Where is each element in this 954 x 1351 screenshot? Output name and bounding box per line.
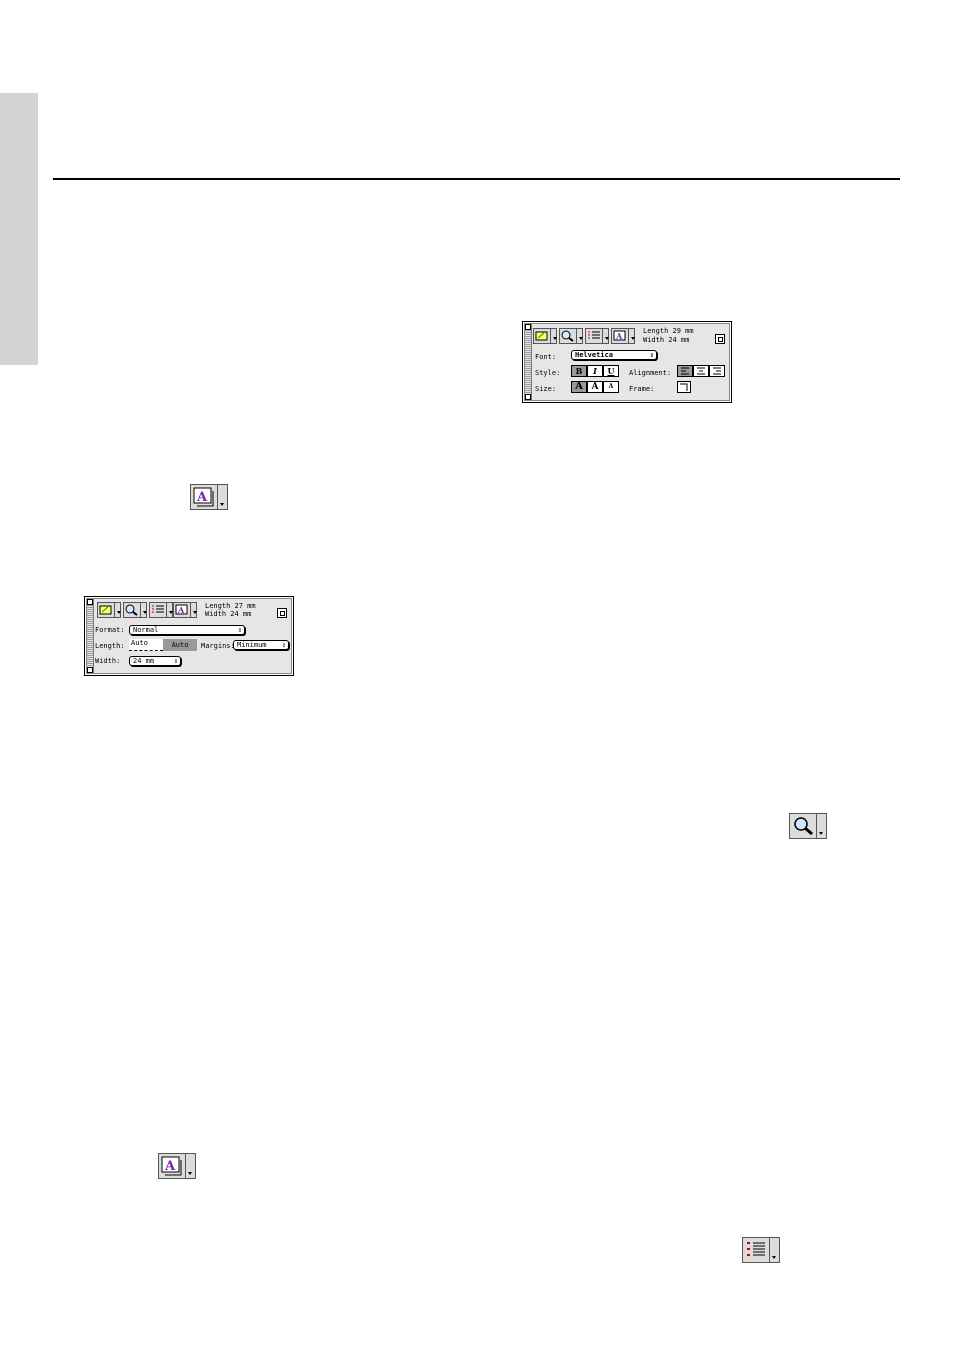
resize-box[interactable] (87, 667, 93, 673)
new-label-icon (535, 331, 548, 341)
text-format-icon: A (193, 487, 214, 507)
text-format-button[interactable]: A (190, 484, 230, 510)
mini-tool-2[interactable] (559, 328, 583, 344)
magnifier-icon (561, 330, 574, 342)
width-label: Width: (95, 657, 121, 665)
margins-popup[interactable]: Minimum ⇕ (233, 640, 289, 650)
length-auto-button[interactable]: Auto (163, 639, 197, 651)
popup-arrows-icon: ⇕ (173, 657, 178, 665)
zoom-box[interactable] (277, 608, 287, 618)
width-popup[interactable]: 24 mm ⇕ (129, 656, 181, 666)
format-palette: A Length 27 mm Width 24 mm Format: Norma… (84, 596, 294, 676)
mini-tool-4[interactable]: A (611, 328, 635, 344)
mini-tool-3[interactable] (585, 328, 609, 344)
alignment-label: Alignment: (629, 369, 672, 377)
length-auto-label: Auto (171, 641, 189, 649)
popup-arrows-icon: ⇕ (649, 351, 654, 359)
popup-arrows-icon: ⇕ (281, 641, 286, 649)
format-popup[interactable]: Normal ⇕ (129, 625, 245, 635)
width-readout: Width 24 mm (643, 336, 690, 344)
text-format-icon: A (613, 330, 626, 341)
magnifier-icon (794, 817, 813, 836)
size-small-glyph: A (608, 383, 614, 390)
text-format-icon: A (175, 604, 188, 615)
format-value: Normal (133, 626, 159, 634)
font-value: Helvetica (575, 351, 613, 359)
bold-glyph: B (575, 366, 583, 376)
header-rule (53, 178, 900, 180)
mini-tool-4[interactable]: A (173, 602, 197, 618)
mini-tool-2[interactable] (123, 602, 147, 618)
layout-button[interactable] (742, 1237, 782, 1263)
length-readout: Length 29 mm (643, 327, 694, 335)
magnifier-icon (125, 604, 138, 616)
layout-list-icon (588, 331, 600, 339)
layout-list-icon (152, 605, 164, 613)
zoom-button[interactable] (789, 813, 829, 839)
popup-arrows-icon: ⇕ (237, 626, 242, 634)
align-left-button[interactable] (677, 365, 693, 377)
align-right-button[interactable] (709, 365, 725, 377)
svg-text:A: A (164, 1159, 176, 1174)
size-small-button[interactable]: A (603, 381, 619, 393)
close-box[interactable] (87, 599, 93, 605)
svg-text:A: A (177, 605, 185, 615)
font-popup[interactable]: Helvetica ⇕ (571, 350, 657, 360)
size-medium-button[interactable]: A (587, 381, 603, 393)
font-label: Font: (535, 353, 557, 361)
mini-tool-1[interactable] (533, 328, 557, 344)
width-value: 24 mm (133, 657, 155, 665)
frame-corner-icon (680, 383, 688, 391)
size-large-glyph: A (575, 381, 583, 392)
italic-glyph: I (593, 366, 597, 376)
width-readout: Width 24 mm (205, 610, 252, 618)
mini-tool-3[interactable] (149, 602, 173, 618)
length-readout: Length 27 mm (205, 602, 256, 610)
italic-button[interactable]: I (587, 365, 603, 377)
margins-value: Minimum (237, 641, 267, 649)
bold-button[interactable]: B (571, 365, 587, 377)
underline-button[interactable]: U (603, 365, 619, 377)
align-center-button[interactable] (693, 365, 709, 377)
format-label: Format: (95, 626, 125, 634)
text-format-icon: A (161, 1156, 182, 1176)
size-large-button[interactable]: A (571, 381, 587, 393)
length-label: Length: (95, 642, 125, 650)
align-left-icon (681, 367, 689, 375)
layout-list-icon (747, 1242, 765, 1256)
style-palette: A Length 29 mm Width 24 mm Font: Helveti… (522, 321, 732, 403)
frame-label: Frame: (629, 385, 655, 393)
close-box[interactable] (525, 324, 531, 330)
frame-button[interactable] (677, 381, 691, 393)
mini-tool-1[interactable] (97, 602, 121, 618)
margins-label: Margins: (201, 642, 235, 650)
underline-glyph: U (607, 366, 615, 376)
side-tab (0, 93, 38, 365)
align-right-icon (713, 367, 721, 375)
palette-drag-bar[interactable] (525, 324, 532, 400)
svg-text:A: A (196, 490, 208, 505)
text-format-button[interactable]: A (158, 1153, 198, 1179)
svg-text:A: A (615, 331, 623, 341)
palette-drag-bar[interactable] (87, 599, 94, 673)
resize-box[interactable] (525, 394, 531, 400)
size-medium-glyph: A (591, 382, 599, 392)
style-label: Style: (535, 369, 561, 377)
length-field-value: Auto (131, 639, 148, 647)
align-center-icon (697, 367, 705, 375)
length-field[interactable]: Auto (129, 639, 163, 651)
new-label-icon (99, 605, 112, 615)
size-label: Size: (535, 385, 557, 393)
zoom-box[interactable] (715, 334, 725, 344)
